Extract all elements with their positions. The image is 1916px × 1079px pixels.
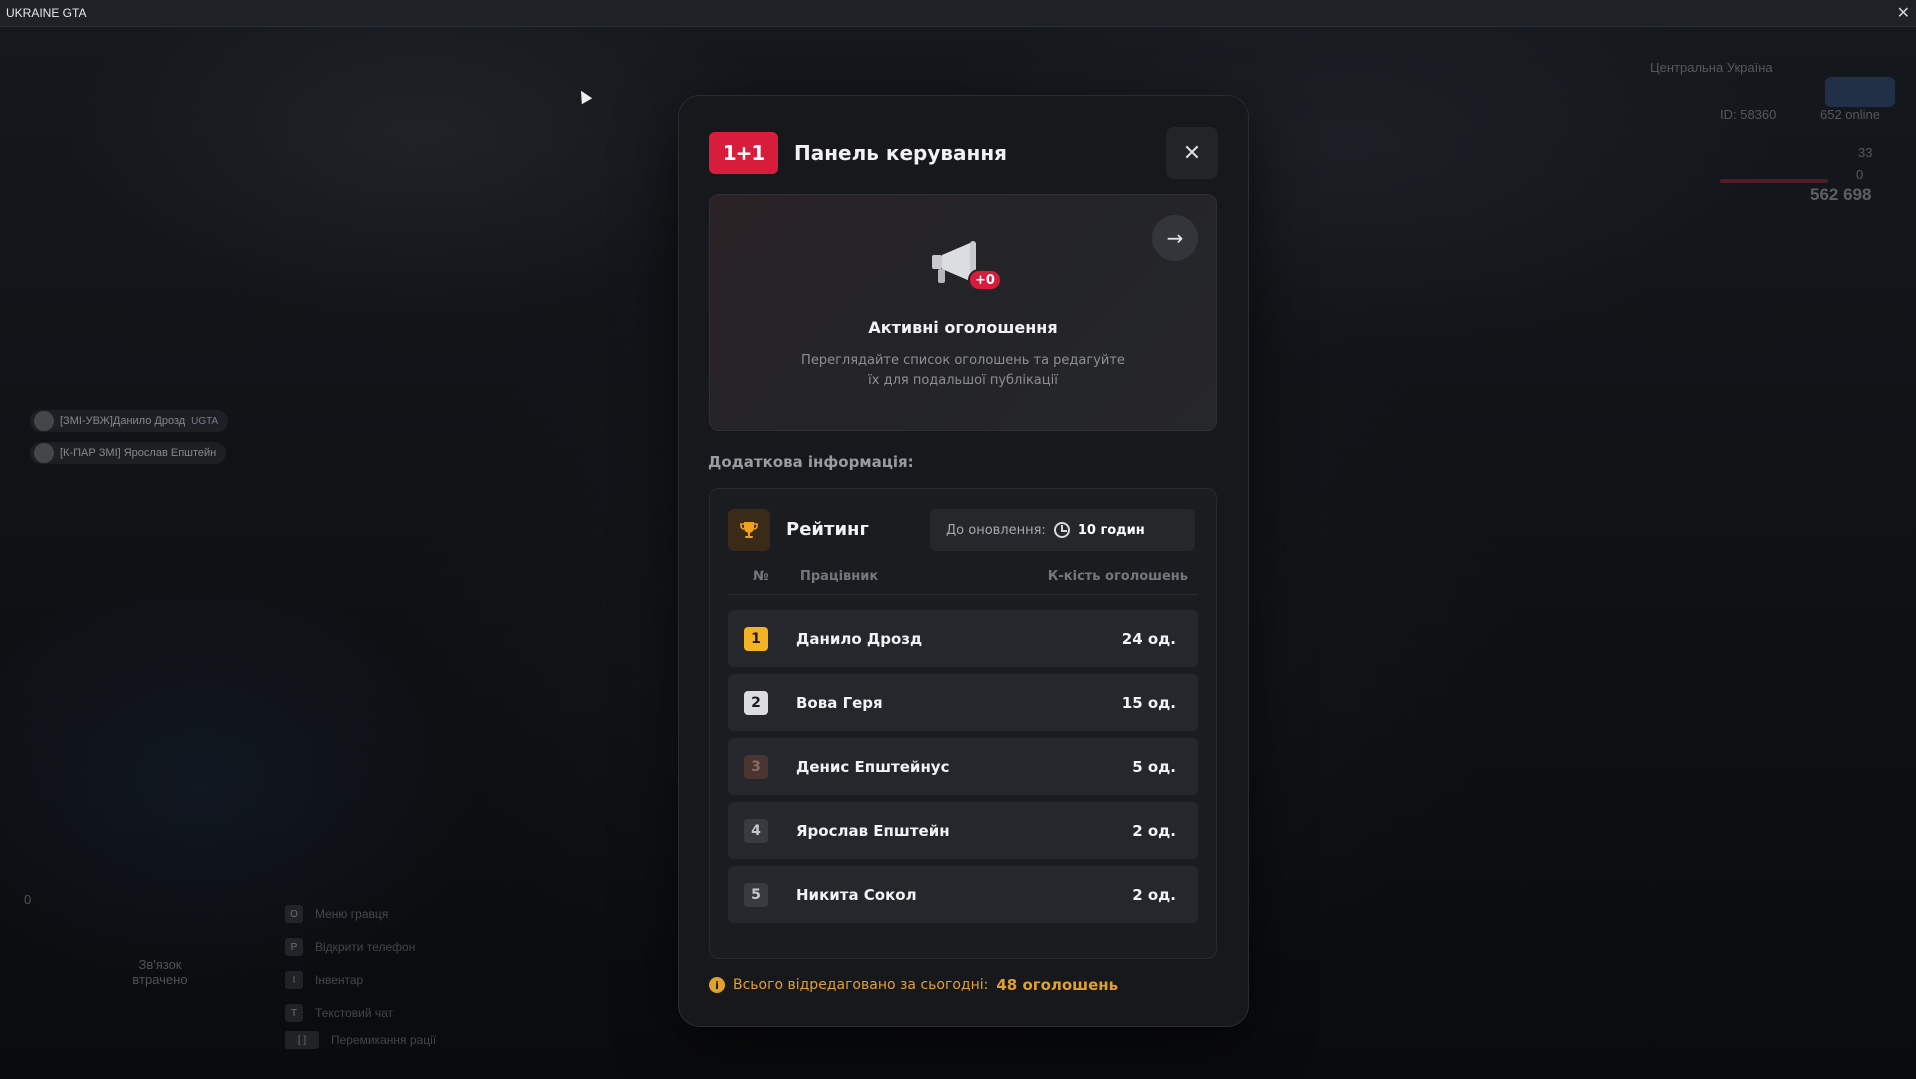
employee-name: Никита Сокол xyxy=(796,885,917,904)
hint-label: Меню гравця xyxy=(315,907,389,921)
avatar xyxy=(34,443,54,463)
rank-badge: 3 xyxy=(744,754,768,779)
table-row: 2 Вова Геря 15 од. xyxy=(728,674,1198,731)
column-header-count: К-кість оголошень xyxy=(1047,569,1188,584)
rating-card: Рейтинг До оновлення: 10 годин № Працівн… xyxy=(709,488,1217,959)
hint-row: I Інвентар xyxy=(285,971,363,989)
brand-logo: 1+1 xyxy=(709,132,778,174)
column-header-num: № xyxy=(753,569,769,584)
window-title: UKRAINE GTA xyxy=(6,6,87,20)
employee-name: Денис Епштейнус xyxy=(796,757,950,776)
trophy-icon xyxy=(728,509,770,551)
summary-label: Всього відредаговано за сьогодні: xyxy=(733,977,989,993)
hint-label: Інвентар xyxy=(315,973,364,987)
hint-key: T xyxy=(285,1004,303,1022)
update-timer: До оновлення: 10 годин xyxy=(930,509,1195,551)
table-row: 3 Денис Епштейнус 5 од. xyxy=(728,738,1198,795)
modal-title: Панель керування xyxy=(794,141,1007,165)
window-titlebar: UKRAINE GTA ✕ xyxy=(0,0,1916,27)
announcements-count-badge: +0 xyxy=(968,269,1002,291)
rank-badge: 4 xyxy=(744,818,768,843)
hint-key: I xyxy=(285,971,303,989)
table-row: 5 Никита Сокол 2 од. xyxy=(728,866,1198,923)
voice-name: [ЗМІ-УВЖ]Данило Дрозд xyxy=(60,415,186,427)
announcements-title: Активні оголошення xyxy=(868,318,1058,337)
rank-badge: 2 xyxy=(744,690,768,715)
arrow-right-icon: → xyxy=(1166,226,1184,250)
open-announcements-button[interactable]: → xyxy=(1152,215,1198,261)
health-value: 33 xyxy=(1858,145,1873,160)
table-row: 4 Ярослав Епштейн 2 од. xyxy=(728,802,1198,859)
section-label: Додаткова інформація: xyxy=(708,453,914,471)
voice-tag: UGTA xyxy=(191,415,219,427)
game-logo xyxy=(1825,77,1895,107)
hint-row: [ ] Перемикання рації xyxy=(285,1031,436,1049)
rank-badge: 1 xyxy=(744,626,768,651)
hint-row: O Меню гравця xyxy=(285,905,388,923)
voice-name: [К-ПАР ЗМІ] Ярослав Епштейн xyxy=(60,447,217,459)
announcement-count: 2 од. xyxy=(1132,821,1176,840)
hint-row: T Текстовий чат xyxy=(285,1004,393,1022)
hint-label: Текстовий чат xyxy=(315,1006,394,1020)
column-header-name: Працівник xyxy=(800,569,879,584)
online-count: 652 online xyxy=(1820,107,1880,122)
voice-status: Зв'язок втрачено xyxy=(132,957,188,987)
voice-chip: [К-ПАР ЗМІ] Ярослав Епштейн xyxy=(30,442,227,464)
hint-key: [ ] xyxy=(285,1031,319,1049)
avatar xyxy=(34,411,54,431)
region-label: Центральна Україна xyxy=(1650,60,1773,75)
timer-value: 10 годин xyxy=(1077,522,1145,538)
status-value: 0 xyxy=(24,892,32,907)
announcement-count: 2 од. xyxy=(1132,885,1176,904)
table-row: 1 Данило Дрозд 24 од. xyxy=(728,610,1198,667)
clock-icon xyxy=(1053,522,1070,538)
money-value: 562 698 xyxy=(1810,185,1872,204)
player-id: ID: 58360 xyxy=(1720,107,1777,122)
close-icon: ✕ xyxy=(1182,140,1202,166)
employee-name: Данило Дрозд xyxy=(796,629,923,648)
hint-label: Відкрити телефон xyxy=(315,940,416,954)
voice-chip: [ЗМІ-УВЖ]Данило Дрозд UGTA xyxy=(30,410,229,432)
announcement-count: 5 од. xyxy=(1132,757,1176,776)
employee-name: Вова Геря xyxy=(796,693,883,712)
rating-table-header: № Працівник К-кість оголошень xyxy=(728,569,1198,595)
hint-key: P xyxy=(285,938,303,956)
hint-label: Перемикання рації xyxy=(331,1033,437,1047)
window-close-icon[interactable]: ✕ xyxy=(1897,5,1910,21)
rating-title: Рейтинг xyxy=(786,519,869,540)
announcements-description: Переглядайте список оголошень та редагуй… xyxy=(801,353,1125,388)
megaphone-icon: +0 xyxy=(930,239,1002,291)
control-panel-modal: 1+1 Панель керування ✕ → +0 Активні огол… xyxy=(678,95,1249,1027)
health-bar xyxy=(1720,179,1828,183)
active-announcements-card[interactable]: → +0 Активні оголошення Переглядайте спи… xyxy=(709,194,1217,431)
hint-key: O xyxy=(285,905,303,923)
hint-row: P Відкрити телефон xyxy=(285,938,415,956)
summary-value: 48 оголошень xyxy=(996,976,1119,994)
announcement-count: 24 од. xyxy=(1121,629,1176,648)
employee-name: Ярослав Епштейн xyxy=(796,821,950,840)
announcement-count: 15 од. xyxy=(1121,693,1176,712)
close-button[interactable]: ✕ xyxy=(1166,127,1218,179)
timer-label: До оновлення: xyxy=(946,522,1046,538)
info-icon: i xyxy=(709,977,725,993)
daily-summary: i Всього відредаговано за сьогодні: 48 о… xyxy=(709,976,1118,994)
armor-value: 0 xyxy=(1856,167,1864,182)
rating-rows: 1 Данило Дрозд 24 од. 2 Вова Геря 15 од.… xyxy=(728,610,1198,930)
modal-header: 1+1 Панель керування ✕ xyxy=(709,125,1218,181)
rank-badge: 5 xyxy=(744,882,768,907)
